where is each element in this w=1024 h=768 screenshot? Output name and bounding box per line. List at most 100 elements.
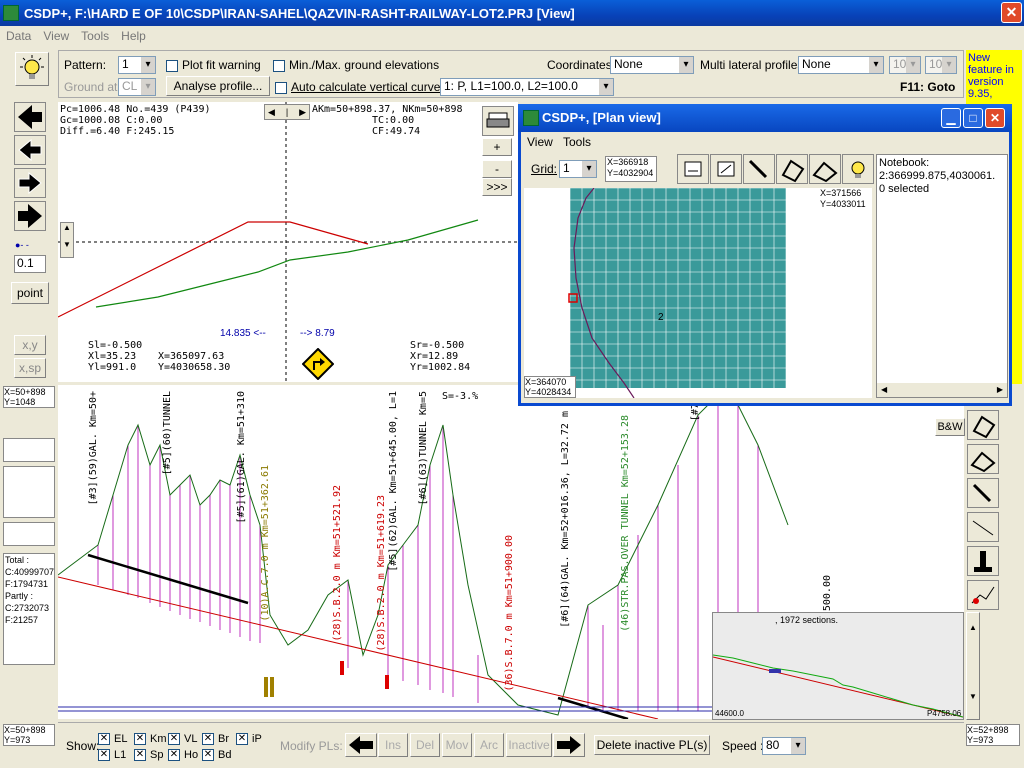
curve-select[interactable]: 1: P, L1=100.0, L2=100.0 bbox=[440, 78, 614, 96]
label-28-sb-1: (28)S.B.2.0 m Km=51+521.92 bbox=[332, 485, 343, 642]
minmax-checkbox[interactable]: Min./Max. ground elevations bbox=[273, 58, 439, 72]
plan-tool-1[interactable] bbox=[677, 154, 709, 184]
plan-view-window[interactable]: CSDP+, [Plan view] ▁ □ ✕ View Tools Grid… bbox=[518, 104, 1012, 406]
check-br[interactable]: ✕ Br bbox=[202, 733, 229, 746]
dot-indicator: ●- - bbox=[15, 240, 29, 250]
tip-bulb-button[interactable] bbox=[15, 52, 49, 86]
node-move-icon bbox=[812, 161, 838, 183]
label-46-str: (46)STR.PAS.OVER TUNNEL Km=52+153.28 bbox=[620, 415, 631, 632]
menu-bar: Data View Tools Help bbox=[0, 26, 1024, 46]
vertical-profile-panel[interactable]: Pc=1006.48 No.=439 (P439) Gc=1000.08 C:0.… bbox=[58, 102, 518, 382]
plan-tool-4[interactable] bbox=[776, 154, 808, 184]
first-button[interactable] bbox=[14, 102, 46, 132]
point-button[interactable]: point bbox=[11, 282, 49, 304]
tool-1-button[interactable] bbox=[967, 410, 999, 440]
left-slope-info: Sl=-0.500 Xl=35.23 Yl=991.0 bbox=[88, 340, 143, 373]
vertical-scroll[interactable]: ▲ ▼ bbox=[60, 222, 74, 258]
turn-sign-icon[interactable] bbox=[302, 348, 334, 380]
notebook-scrollbar[interactable]: ◀ ▶ bbox=[877, 383, 1007, 397]
blank-box-2 bbox=[3, 466, 55, 518]
prev-button[interactable] bbox=[14, 135, 46, 165]
check-l1[interactable]: ✕ L1 bbox=[98, 749, 126, 762]
check-ho[interactable]: ✕ Ho bbox=[168, 749, 198, 762]
profile-info-right: AKm=50+898.37, NKm=50+898 TC:0.00 CF:49.74 bbox=[312, 104, 463, 137]
inactive-button[interactable]: Inactive bbox=[506, 733, 552, 757]
plot-fit-checkbox[interactable]: Plot fit warning bbox=[166, 58, 261, 72]
label-61-gal: [#5](61)GAL. Km=51+310 bbox=[236, 391, 247, 524]
profile-scroll[interactable]: ◀ | ▶ bbox=[264, 104, 310, 120]
analyse-profile-button[interactable]: Analyse profile... bbox=[166, 76, 270, 96]
check-bd[interactable]: ✕ Bd bbox=[202, 749, 231, 762]
delete-inactive-button[interactable]: Delete inactive PL(s) bbox=[594, 735, 710, 755]
speed-select[interactable]: 80 bbox=[762, 737, 806, 755]
bw-button[interactable]: B&W bbox=[935, 418, 965, 436]
plan-minimize-button[interactable]: ▁ bbox=[941, 108, 961, 128]
range-from-input[interactable]: 10 bbox=[889, 56, 921, 74]
menu-tools[interactable]: Tools bbox=[81, 29, 109, 43]
plan-tool-3[interactable] bbox=[743, 154, 775, 184]
blank-box-1 bbox=[3, 438, 55, 462]
last-button[interactable] bbox=[14, 201, 46, 231]
plan-tool-2[interactable] bbox=[710, 154, 742, 184]
minimap-scroll[interactable]: ▲ ▼ bbox=[966, 612, 980, 720]
xy-button[interactable]: x,y bbox=[14, 335, 46, 355]
node-edit-icon bbox=[781, 159, 805, 183]
check-vl[interactable]: ✕ VL bbox=[168, 733, 197, 746]
plan-menu-tools[interactable]: Tools bbox=[563, 135, 591, 149]
arrow-left-bold-icon bbox=[18, 105, 42, 129]
printer-icon bbox=[486, 112, 510, 128]
menu-help[interactable]: Help bbox=[121, 29, 146, 43]
app-icon bbox=[3, 5, 19, 21]
plan-tool-6[interactable] bbox=[842, 154, 874, 184]
menu-view[interactable]: View bbox=[43, 29, 69, 43]
plan-menu-view[interactable]: View bbox=[527, 135, 553, 149]
arc-button[interactable]: Arc bbox=[474, 733, 504, 757]
more-button[interactable]: >>> bbox=[482, 178, 512, 196]
zoom-in-button[interactable]: + bbox=[482, 138, 512, 156]
xsp-button[interactable]: x,sp bbox=[14, 358, 46, 378]
grid-select[interactable]: 1 bbox=[559, 160, 597, 178]
notebook-panel[interactable]: Notebook: 2:366999.875,4030061. 0 select… bbox=[876, 154, 1008, 398]
zoom-input[interactable]: 0.1 bbox=[14, 255, 46, 273]
position-bottom: X=50+898 Y=973 bbox=[3, 724, 55, 746]
label-63-tunnel: [#6](63)TUNNEL Km=5 bbox=[418, 391, 429, 506]
menu-data[interactable]: Data bbox=[6, 29, 31, 43]
coordinates-select[interactable]: None bbox=[610, 56, 694, 74]
plan-tool-5[interactable] bbox=[809, 154, 841, 184]
pl-prev-button[interactable] bbox=[345, 733, 377, 757]
tool-6-button[interactable] bbox=[967, 580, 999, 610]
del-button[interactable]: Del bbox=[410, 733, 440, 757]
range-to-input[interactable]: 10 bbox=[925, 56, 957, 74]
plan-close-button[interactable]: ✕ bbox=[985, 108, 1005, 128]
check-ip[interactable]: ✕ iP bbox=[236, 733, 262, 746]
overview-minimap[interactable]: , 1972 sections. 44600.0 P4758.06 bbox=[712, 612, 964, 720]
plan-marker: 2 bbox=[658, 312, 664, 323]
tool-2-button[interactable] bbox=[967, 444, 999, 474]
check-el[interactable]: ✕ EL bbox=[98, 733, 127, 746]
multi-profiles-select[interactable]: None bbox=[798, 56, 884, 74]
tool-4-button[interactable] bbox=[967, 512, 999, 542]
tool-3-button[interactable] bbox=[967, 478, 999, 508]
check-km[interactable]: ✕ Km bbox=[134, 733, 167, 746]
mov-button[interactable]: Mov bbox=[442, 733, 472, 757]
pen-icon bbox=[748, 159, 768, 179]
ins-button[interactable]: Ins bbox=[378, 733, 408, 757]
pl-next-button[interactable] bbox=[553, 733, 585, 757]
plan-coords-tr: X=371566 Y=4033011 bbox=[820, 188, 872, 210]
ground-select[interactable]: CL bbox=[118, 78, 156, 96]
tool-5-button[interactable] bbox=[967, 546, 999, 576]
label-62-gal: [#5](62)GAL. Km=51+645.00, L=1 bbox=[388, 391, 399, 572]
zoom-out-button[interactable]: - bbox=[482, 160, 512, 178]
print-button[interactable] bbox=[482, 106, 514, 136]
next-button[interactable] bbox=[14, 168, 46, 198]
auto-calc-checkbox[interactable]: Auto calculate vertical curves bbox=[275, 80, 446, 94]
pattern-select[interactable]: 1 bbox=[118, 56, 156, 74]
plan-map[interactable]: 2 X=371566 Y=4033011 X=364070 Y=4028434 bbox=[524, 188, 872, 398]
goto-hint: F11: Goto bbox=[900, 80, 956, 94]
check-sp[interactable]: ✕ Sp bbox=[134, 749, 163, 762]
mouse-coords: X=365097.63 Y=4030658.30 bbox=[158, 351, 231, 373]
close-button[interactable]: ✕ bbox=[1001, 2, 1022, 23]
arrow-right-bold-icon bbox=[18, 204, 42, 228]
plan-maximize-button[interactable]: □ bbox=[963, 108, 983, 128]
show-label: Show: bbox=[66, 739, 100, 753]
